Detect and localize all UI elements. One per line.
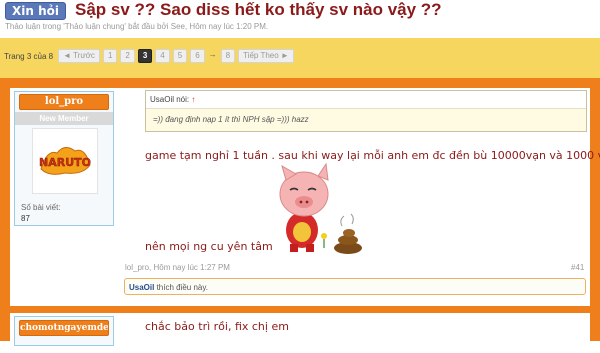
- page-label: Trang 3 của 8: [4, 51, 54, 61]
- page-4-link[interactable]: 4: [155, 49, 170, 63]
- user-card: chomotngayemden: [14, 316, 114, 346]
- page-3-current: 3: [137, 49, 153, 63]
- post-meta[interactable]: lol_pro, Hôm nay lúc 1:27 PM: [125, 263, 230, 272]
- prev-page-button[interactable]: ◄ Trước: [58, 49, 100, 63]
- page-6-link[interactable]: 6: [190, 49, 205, 63]
- page-2-link[interactable]: 2: [120, 49, 135, 63]
- next-page-button[interactable]: Tiếp Theo ►: [238, 49, 294, 63]
- thread-title: Sập sv ?? Sao diss hết ko thấy sv nào vậ…: [75, 0, 442, 19]
- svg-text:NARUTO: NARUTO: [39, 156, 91, 169]
- quote-header: UsaOil nói: ↑: [146, 91, 586, 109]
- liker-link[interactable]: UsaOil: [129, 283, 154, 292]
- likes-summary: UsaOil thích điều này.: [124, 278, 586, 295]
- post-count-label: Số bài viết:: [21, 203, 61, 212]
- quote-block: UsaOil nói: ↑ =)) đang định nạp 1 ít thì…: [145, 90, 587, 132]
- quote-author[interactable]: UsaOil nói: ↑: [150, 95, 195, 104]
- quote-text: =)) đang định nạp 1 ít thì NPH sập =))) …: [153, 115, 309, 124]
- username-link[interactable]: chomotngayemden: [19, 320, 109, 336]
- thread-prefix-badge[interactable]: Xin hỏi: [5, 2, 66, 20]
- page-5-link[interactable]: 5: [172, 49, 188, 63]
- post-permalink[interactable]: #41: [571, 263, 584, 272]
- quote-jump-icon[interactable]: ↑: [191, 95, 195, 104]
- page-1-link[interactable]: 1: [102, 49, 118, 63]
- page-nav-bar: Trang 3 của 8 ◄ Trước 1 2 3 4 5 6 → 8 Ti…: [0, 38, 600, 78]
- post-message-line1: chắc bảo trì rồi, fix chị em: [145, 320, 289, 333]
- thread-byline: Thảo luận trong 'Thảo luận chung' bắt đầ…: [5, 22, 269, 31]
- likes-text: UsaOil thích điều này.: [129, 283, 209, 292]
- post-message-line1: game tạm nghỉ 1 tuần . sau khi way lại m…: [145, 149, 600, 162]
- thread-header: Xin hỏi Sập sv ?? Sao diss hết ko thấy s…: [0, 0, 600, 38]
- user-card: lol_pro New Member NARUTO Số bài viết: 8…: [14, 91, 114, 226]
- post-message-line2: nên mọi ng cu yên tâm: [145, 240, 273, 253]
- username-link[interactable]: lol_pro: [19, 94, 109, 110]
- post-count-value: 87: [21, 214, 30, 223]
- user-title: New Member: [15, 112, 113, 125]
- pagination: Trang 3 của 8 ◄ Trước 1 2 3 4 5 6 → 8 Ti…: [4, 49, 294, 63]
- naruto-logo-icon: NARUTO: [33, 129, 97, 193]
- page-8-link[interactable]: 8: [220, 49, 236, 63]
- avatar[interactable]: NARUTO: [32, 128, 98, 194]
- pig-sticker-icon: [279, 162, 362, 254]
- page-skip-arrow[interactable]: →: [208, 49, 218, 63]
